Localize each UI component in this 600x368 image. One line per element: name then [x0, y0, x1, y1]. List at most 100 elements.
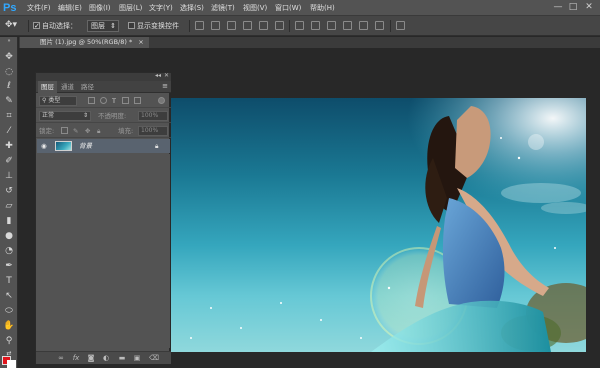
- menu-filter[interactable]: 滤镜(T): [211, 3, 235, 13]
- filter-shape-icon[interactable]: [122, 97, 129, 104]
- show-transform-label: 显示变换控件: [137, 22, 179, 30]
- menu-layer[interactable]: 图层(L): [119, 3, 142, 13]
- document-tab[interactable]: 图片 (1).jpg @ 50%(RGB/8) * ×: [20, 37, 149, 48]
- lock-position-icon[interactable]: ✥: [85, 126, 90, 136]
- brush-tool-icon[interactable]: ✐: [2, 155, 16, 167]
- hand-tool-icon[interactable]: ✋: [2, 320, 16, 332]
- visibility-eye-icon[interactable]: ◉: [41, 141, 47, 151]
- panel-header-grip[interactable]: ◂◂ ✕: [36, 72, 171, 81]
- tab-channels[interactable]: 通道: [58, 81, 77, 93]
- toolbar-grip-icon[interactable]: »: [2, 39, 16, 44]
- move-tool-icon[interactable]: ✥▾: [5, 19, 17, 31]
- show-transform-option[interactable]: 显示变换控件: [128, 20, 179, 32]
- distribute-horizontal-center-icon[interactable]: [359, 21, 368, 30]
- auto-align-layers-icon[interactable]: [396, 21, 405, 30]
- menu-help[interactable]: 帮助(H): [310, 3, 335, 13]
- align-vertical-center-icon[interactable]: [211, 21, 220, 30]
- new-layer-icon[interactable]: ▣: [133, 354, 141, 362]
- align-top-icon[interactable]: [195, 21, 204, 30]
- canvas-image[interactable]: [171, 98, 586, 352]
- dodge-tool-icon[interactable]: ◔: [2, 245, 16, 257]
- healing-brush-tool-icon[interactable]: ✚: [2, 140, 16, 152]
- lock-fill-row: 锁定: ✎ ✥ 🔒︎ 填充: 100%: [36, 124, 171, 138]
- move-tool-icon[interactable]: ✥: [2, 51, 16, 63]
- layer-row[interactable]: ◉ 背景 🔒︎: [37, 139, 170, 153]
- filter-adjustment-icon[interactable]: [100, 97, 107, 104]
- close-tab-icon[interactable]: ×: [138, 38, 143, 46]
- clone-stamp-tool-icon[interactable]: ⊥: [2, 170, 16, 182]
- adjustment-icon[interactable]: ◐: [102, 354, 110, 362]
- crop-tool-icon[interactable]: ⌗: [2, 110, 16, 122]
- mask-icon[interactable]: ◙: [87, 354, 95, 362]
- menu-file[interactable]: 文件(F): [27, 3, 51, 13]
- trash-icon[interactable]: ⌫: [149, 354, 159, 362]
- show-transform-checkbox[interactable]: [128, 22, 135, 29]
- pen-tool-icon[interactable]: ✒: [2, 260, 16, 272]
- filter-type-icon[interactable]: T: [112, 96, 116, 106]
- filter-toggle-icon[interactable]: [158, 97, 165, 104]
- align-right-icon[interactable]: [275, 21, 284, 30]
- type-tool-icon[interactable]: T: [2, 275, 16, 287]
- align-horizontal-center-icon[interactable]: [259, 21, 268, 30]
- collapse-icon[interactable]: ◂◂: [155, 72, 161, 79]
- eraser-tool-icon[interactable]: ▱: [2, 200, 16, 212]
- lock-transparent-icon[interactable]: [61, 127, 68, 134]
- background-color-swatch[interactable]: [7, 360, 16, 368]
- auto-select-label: 自动选择：: [42, 22, 77, 30]
- opacity-field[interactable]: 100%: [138, 111, 168, 121]
- auto-select-option[interactable]: 自动选择：: [33, 20, 77, 32]
- restore-icon[interactable]: □: [566, 2, 580, 13]
- eyedropper-tool-icon[interactable]: ⁄: [2, 125, 16, 137]
- fx-icon[interactable]: fx: [72, 354, 80, 362]
- lock-pixels-icon[interactable]: ✎: [73, 126, 78, 136]
- divider: [390, 20, 391, 32]
- lock-icon: 🔒︎: [155, 142, 159, 150]
- distribute-bottom-icon[interactable]: [327, 21, 336, 30]
- menu-window[interactable]: 窗口(W): [275, 3, 301, 13]
- link-icon[interactable]: ∞: [57, 354, 65, 362]
- divider: [289, 20, 290, 32]
- distribute-top-icon[interactable]: [295, 21, 304, 30]
- photo-illustration: [171, 98, 586, 352]
- layer-filter-dropdown[interactable]: ⚲ 类型: [39, 96, 77, 106]
- menu-type[interactable]: 文字(Y): [149, 3, 173, 13]
- group-icon[interactable]: ▬: [118, 354, 126, 362]
- zoom-tool-icon[interactable]: ⚲: [2, 335, 16, 347]
- opacity-value: 100%: [141, 112, 159, 119]
- distribute-vertical-center-icon[interactable]: [311, 21, 320, 30]
- lasso-tool-icon[interactable]: ℓ: [2, 80, 16, 92]
- marquee-tool-icon[interactable]: ◌: [2, 66, 16, 78]
- gradient-tool-icon[interactable]: ▮: [2, 215, 16, 227]
- blend-opacity-row: 正常 ⇕ 不透明度: 100%: [36, 109, 171, 123]
- menu-image[interactable]: 图像(I): [89, 3, 111, 13]
- minimize-icon[interactable]: —: [551, 2, 565, 13]
- layers-list-empty-area[interactable]: [37, 154, 170, 348]
- document-tab-bar: 图片 (1).jpg @ 50%(RGB/8) * ×: [19, 37, 600, 48]
- layer-filter-row: ⚲ 类型 T: [36, 94, 171, 108]
- distribute-right-icon[interactable]: [375, 21, 384, 30]
- menu-view[interactable]: 视图(V): [243, 3, 267, 13]
- blend-mode-dropdown[interactable]: 正常 ⇕: [39, 111, 91, 121]
- history-brush-tool-icon[interactable]: ↺: [2, 185, 16, 197]
- distribute-left-icon[interactable]: [343, 21, 352, 30]
- tab-layers[interactable]: 图层: [38, 81, 57, 93]
- quick-selection-tool-icon[interactable]: ✎: [2, 95, 16, 107]
- filter-smart-object-icon[interactable]: [134, 97, 141, 104]
- blur-tool-icon[interactable]: ●: [2, 230, 16, 242]
- layer-name[interactable]: 背景: [79, 141, 92, 151]
- tab-paths[interactable]: 路径: [78, 81, 97, 93]
- auto-select-checkbox[interactable]: [33, 20, 40, 32]
- menu-select[interactable]: 选择(S): [180, 3, 204, 13]
- path-selection-tool-icon[interactable]: ↖: [2, 290, 16, 302]
- ellipse-tool-icon[interactable]: ⬭: [2, 305, 16, 317]
- close-icon[interactable]: ✕: [582, 2, 596, 13]
- lock-all-icon[interactable]: 🔒︎: [97, 126, 100, 136]
- align-left-icon[interactable]: [243, 21, 252, 30]
- auto-select-target-dropdown[interactable]: 图层 ⇕: [87, 20, 119, 32]
- filter-pixel-icon[interactable]: [88, 97, 95, 104]
- close-panel-icon[interactable]: ✕: [164, 72, 169, 79]
- menu-edit[interactable]: 编辑(E): [58, 3, 82, 13]
- align-bottom-icon[interactable]: [227, 21, 236, 30]
- panel-menu-icon[interactable]: ≡: [162, 82, 168, 90]
- fill-field[interactable]: 100%: [138, 126, 168, 136]
